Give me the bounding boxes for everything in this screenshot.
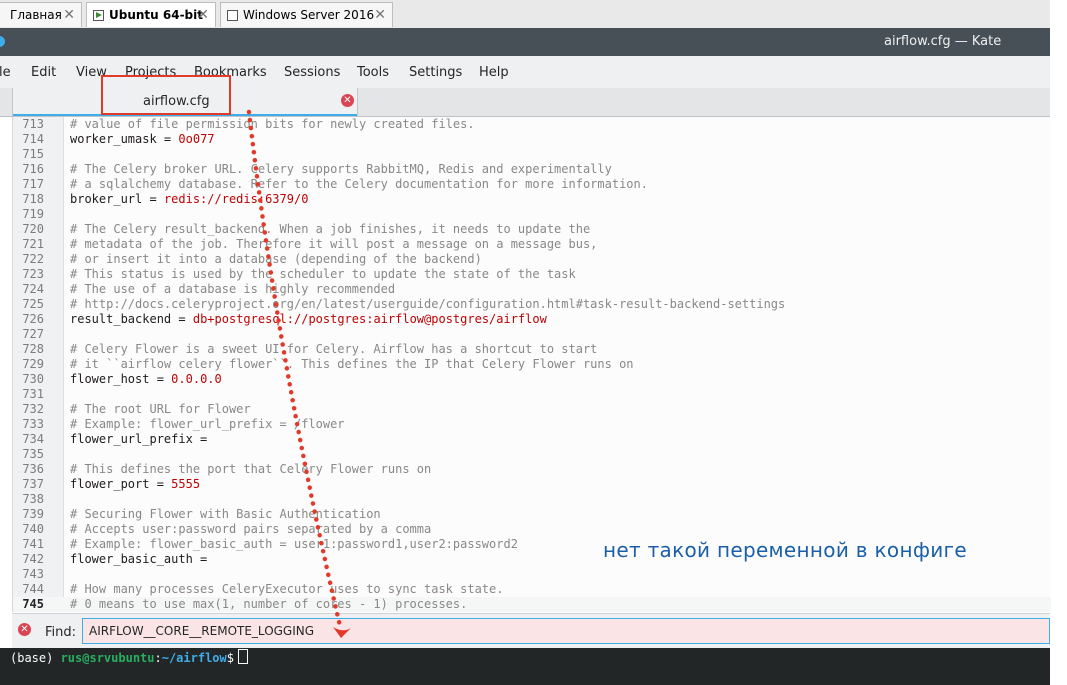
annotation-arrow [246, 109, 351, 638]
annotation-note: нет такой переменной в конфиге [603, 538, 967, 562]
